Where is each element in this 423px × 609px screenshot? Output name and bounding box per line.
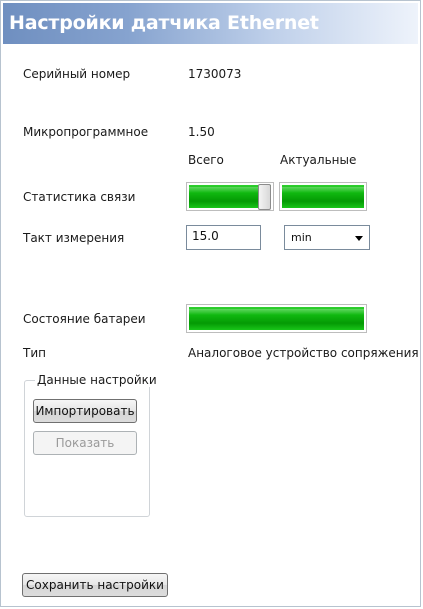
measurement-unit-value: min [291,231,312,244]
column-header-actual: Актуальные [280,153,357,167]
import-button-label: Импортировать [35,404,135,418]
measurement-label: Такт измерения [23,231,125,245]
column-header-total: Всего [188,153,224,167]
link-stats-actual-gloss [282,187,364,193]
link-stats-actual-bar [279,182,367,211]
battery-label: Состояние батареи [23,312,146,326]
type-value: Аналоговое устройство сопряжения [188,346,419,360]
save-settings-button[interactable]: Сохранить настройки [22,573,168,597]
chevron-down-icon [355,236,363,241]
show-button-label: Показать [55,436,115,450]
measurement-interval-input[interactable]: 15.0 [186,225,261,250]
settings-data-group-label: Данные настройки [35,373,159,387]
show-button[interactable]: Показать [33,431,137,455]
import-button[interactable]: Импортировать [33,399,137,423]
firmware-value: 1.50 [188,125,215,139]
serial-value: 1730073 [188,67,242,81]
link-stats-label: Статистика связи [23,190,136,204]
save-settings-button-label: Сохранить настройки [26,578,164,592]
firmware-label: Микропрограммное [23,125,149,139]
serial-label: Серийный номер [23,67,131,81]
type-label: Тип [23,346,46,360]
sensor-settings-panel: Настройки датчика Ethernet Серийный номе… [0,0,421,607]
panel-title: Настройки датчика Ethernet [9,12,319,34]
battery-level-gloss [189,309,364,315]
measurement-unit-select[interactable]: min [284,225,370,250]
slider-thumb[interactable] [258,184,271,210]
link-stats-total-slider[interactable] [186,182,274,211]
title-bar: Настройки датчика Ethernet [3,3,418,44]
battery-level-bar [186,304,367,333]
